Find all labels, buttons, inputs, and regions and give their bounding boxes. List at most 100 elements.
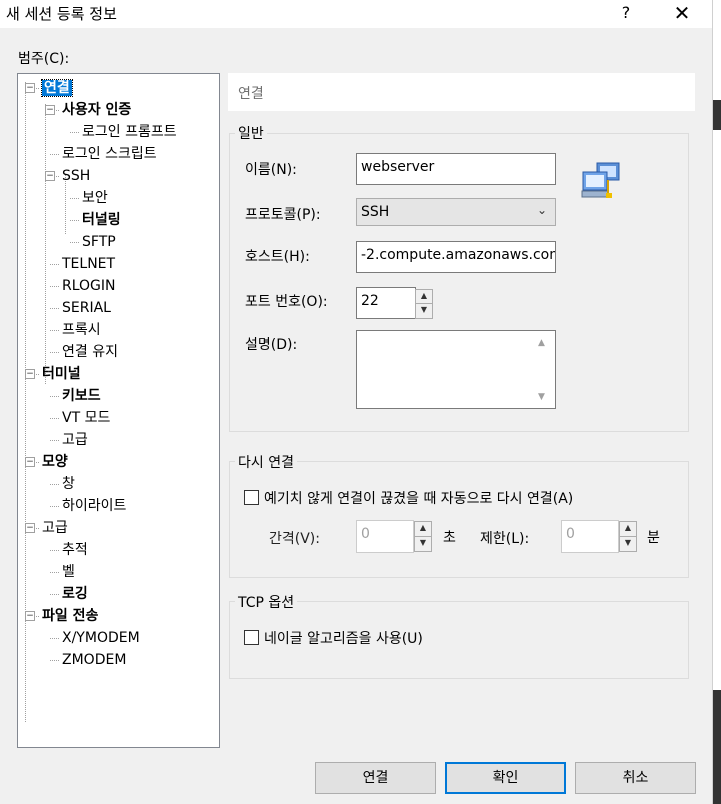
tree-item[interactable]: 벨 <box>62 562 75 582</box>
spin-up-icon[interactable]: ▲ <box>620 522 636 537</box>
tree-item[interactable]: 고급 <box>62 430 88 450</box>
tree-item[interactable]: 파일 전송 <box>42 606 98 626</box>
tree-collapse-icon[interactable]: − <box>25 523 35 533</box>
auto-reconnect-label: 예기치 않게 연결이 끊겼을 때 자동으로 다시 연결(A) <box>264 491 574 507</box>
tree-collapse-icon[interactable]: − <box>25 457 35 467</box>
help-button[interactable]: ? <box>612 0 640 26</box>
tree-item[interactable]: 터미널 <box>42 364 81 384</box>
tree-item[interactable]: 터널링 <box>82 210 121 230</box>
port-stepper[interactable]: ▲ ▼ <box>415 289 433 319</box>
tree-item[interactable]: RLOGIN <box>62 276 116 296</box>
spin-down-icon[interactable]: ▼ <box>416 304 432 318</box>
general-group-title: 일반 <box>235 123 267 143</box>
tree-connector <box>70 198 79 199</box>
tree-item-label: 벨 <box>62 564 75 580</box>
tree-item-label: 연결 <box>41 79 73 97</box>
tree-item-label: 키보드 <box>62 388 101 404</box>
tree-connector <box>50 308 59 309</box>
tree-connector <box>70 132 79 133</box>
tree-guide-line <box>45 104 46 384</box>
tree-item[interactable]: 모양 <box>42 452 68 472</box>
tree-item[interactable]: 연결 <box>41 78 73 98</box>
nagle-checkbox[interactable] <box>244 630 259 645</box>
limit-field[interactable]: 0 <box>561 520 619 553</box>
port-label: 포트 번호(O): <box>245 294 328 310</box>
tree-connector <box>50 594 59 595</box>
tree-item-label: X/YMODEM <box>62 630 140 646</box>
window-title: 새 세션 등록 정보 <box>6 5 117 23</box>
nagle-label: 네이글 알고리즘을 사용(U) <box>264 631 423 647</box>
tree-item-label: 고급 <box>62 432 88 448</box>
host-label: 호스트(H): <box>245 249 310 265</box>
tree-item[interactable]: 창 <box>62 474 75 494</box>
panel-title: 연결 <box>238 86 264 102</box>
spin-down-icon[interactable]: ▼ <box>620 537 636 552</box>
auto-reconnect-checkbox[interactable] <box>244 490 259 505</box>
tree-collapse-icon[interactable]: − <box>25 83 35 93</box>
tree-item[interactable]: 로그인 스크립트 <box>62 144 157 164</box>
tree-collapse-icon[interactable]: − <box>45 171 55 181</box>
host-field[interactable]: -2.compute.amazonaws.com <box>356 241 556 273</box>
tree-item-label: 추적 <box>62 542 88 558</box>
tree-item[interactable]: 하이라이트 <box>62 496 126 516</box>
tree-item[interactable]: 연결 유지 <box>62 342 118 362</box>
name-field[interactable]: webserver <box>356 153 556 185</box>
tree-item[interactable]: 추적 <box>62 540 88 560</box>
tree-connector <box>50 154 59 155</box>
tree-item[interactable]: X/YMODEM <box>62 628 140 648</box>
limit-stepper[interactable]: ▲ ▼ <box>619 521 637 552</box>
tree-item[interactable]: SERIAL <box>62 298 111 318</box>
tree-item[interactable]: 사용자 인증 <box>62 100 131 120</box>
tree-item-label: SERIAL <box>62 300 111 316</box>
description-field[interactable] <box>356 330 556 409</box>
tree-item[interactable]: ZMODEM <box>62 650 126 670</box>
tree-item[interactable]: 고급 <box>42 518 68 538</box>
tree-item[interactable]: SSH <box>62 166 90 186</box>
interval-label: 간격(V): <box>269 531 320 547</box>
tree-item-label: 사용자 인증 <box>62 102 132 118</box>
tree-item-label: SFTP <box>82 234 116 250</box>
close-button[interactable]: ✕ <box>664 0 700 26</box>
tree-item[interactable]: SFTP <box>82 232 116 252</box>
tree-item[interactable]: VT 모드 <box>62 408 110 428</box>
tree-connector <box>50 286 59 287</box>
tree-item[interactable]: 보안 <box>82 188 108 208</box>
tree-item-label: 보안 <box>82 190 108 206</box>
tcp-group-title: TCP 옵션 <box>235 592 298 612</box>
tree-collapse-icon[interactable]: − <box>25 611 35 621</box>
tree-item[interactable]: 로깅 <box>62 584 88 604</box>
tree-item[interactable]: 로그인 프롬프트 <box>82 122 177 142</box>
category-tree[interactable]: 연결 − 사용자 인증 − 로그인 프롬프트 로그인 스크립트 SSH − 보안 터널링 SFTP T… <box>17 73 220 748</box>
tree-connector <box>50 264 59 265</box>
tree-item-label: TELNET <box>62 256 116 272</box>
tree-item[interactable]: TELNET <box>62 254 115 274</box>
interval-stepper[interactable]: ▲ ▼ <box>414 521 432 552</box>
limit-label: 제한(L): <box>480 531 530 547</box>
interval-field[interactable]: 0 <box>356 520 414 553</box>
tree-connector <box>50 506 59 507</box>
tree-item-label: ZMODEM <box>62 652 127 668</box>
tree-connector <box>50 638 59 639</box>
tree-collapse-icon[interactable]: − <box>45 105 55 115</box>
spin-down-icon[interactable]: ▼ <box>415 537 431 552</box>
tree-connector <box>50 352 59 353</box>
ok-button[interactable]: 확인 <box>445 762 566 794</box>
scroll-up-icon: ▲ <box>538 338 545 348</box>
port-field[interactable]: 22 <box>356 287 416 319</box>
spin-up-icon[interactable]: ▲ <box>416 290 432 304</box>
panel-header: 연결 <box>228 73 695 111</box>
spin-up-icon[interactable]: ▲ <box>415 522 431 537</box>
tree-connector <box>70 242 79 243</box>
protocol-select[interactable]: SSH ⌄ <box>356 198 556 226</box>
tree-collapse-icon[interactable]: − <box>25 369 35 379</box>
tree-item-label: 파일 전송 <box>42 608 99 624</box>
limit-unit: 분 <box>647 530 660 546</box>
tree-item[interactable]: 프록시 <box>62 320 101 340</box>
tree-connector <box>50 418 59 419</box>
cancel-button[interactable]: 취소 <box>575 762 696 794</box>
chevron-down-icon: ⌄ <box>536 203 547 217</box>
tree-item[interactable]: 키보드 <box>62 386 101 406</box>
connect-button[interactable]: 연결 <box>315 762 436 794</box>
name-label: 이름(N): <box>245 162 297 178</box>
reconnect-group-title: 다시 연결 <box>235 452 297 472</box>
